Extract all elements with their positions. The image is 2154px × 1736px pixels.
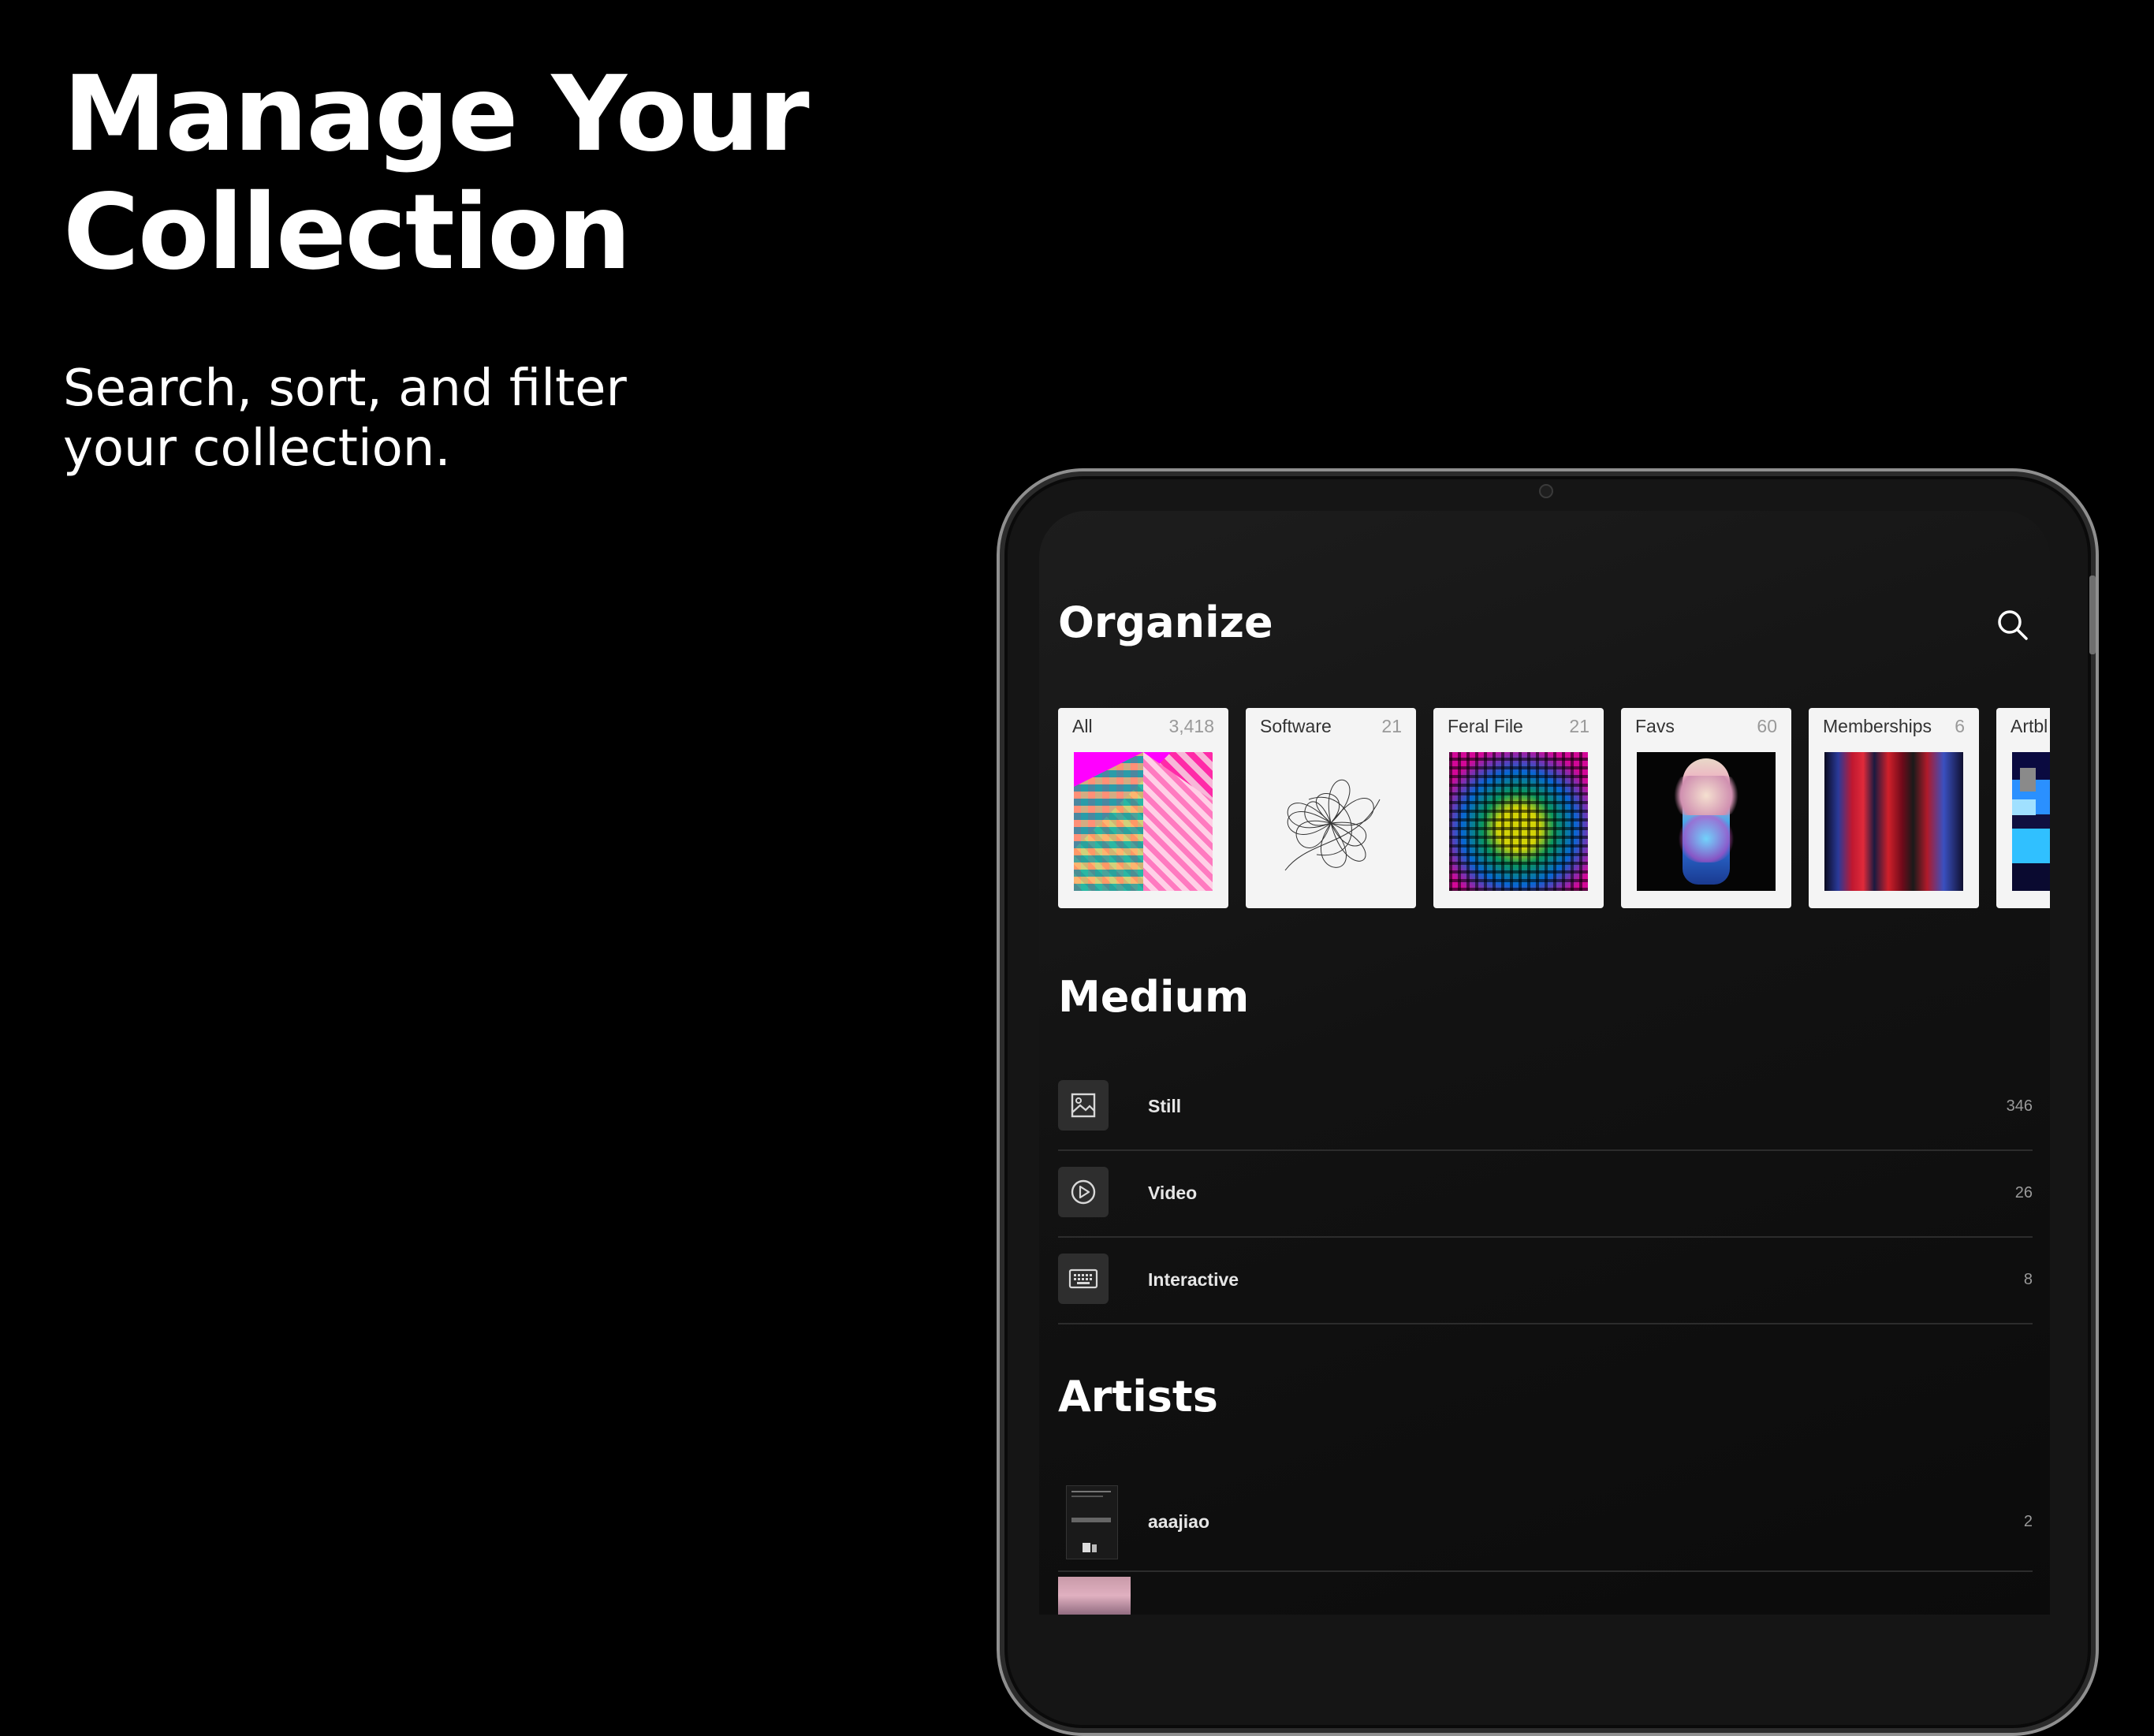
album-count: 6 bbox=[1955, 716, 1965, 736]
keyboard-icon bbox=[1058, 1254, 1109, 1304]
album-card-feral-file[interactable]: Feral File 21 bbox=[1433, 708, 1604, 908]
tablet-screen: Organize All 3,418 Software 21 Feral Fil… bbox=[1039, 511, 2050, 1615]
album-label: Software bbox=[1260, 716, 1332, 736]
album-label: Artbl bbox=[2011, 716, 2048, 736]
medium-count: 26 bbox=[2014, 1184, 2033, 1201]
album-thumbnail bbox=[1637, 752, 1776, 891]
album-count: 21 bbox=[1381, 716, 1402, 736]
album-thumbnail bbox=[1261, 752, 1400, 891]
album-label: Memberships bbox=[1823, 716, 1932, 736]
page-headline: Manage Your Collection bbox=[63, 54, 810, 293]
artist-row[interactable] bbox=[1058, 1572, 2033, 1615]
album-thumbnail bbox=[1074, 752, 1213, 891]
medium-count: 8 bbox=[2023, 1271, 2033, 1288]
album-card-memberships[interactable]: Memberships 6 bbox=[1809, 708, 1979, 908]
image-icon bbox=[1058, 1080, 1109, 1131]
album-label: All bbox=[1072, 716, 1093, 736]
album-label: Feral File bbox=[1448, 716, 1523, 736]
album-card-software[interactable]: Software 21 bbox=[1246, 708, 1416, 908]
organize-title: Organize bbox=[1058, 598, 1273, 647]
medium-row-still[interactable]: Still 346 bbox=[1058, 1063, 2033, 1151]
play-icon bbox=[1058, 1167, 1109, 1217]
search-icon bbox=[1998, 610, 2028, 640]
album-thumbnail bbox=[2012, 752, 2050, 891]
album-card-all[interactable]: All 3,418 bbox=[1058, 708, 1228, 908]
artists-section-title: Artists bbox=[1058, 1372, 1218, 1421]
album-count: 3,418 bbox=[1168, 716, 1214, 736]
album-card-favs[interactable]: Favs 60 bbox=[1621, 708, 1791, 908]
album-count: 60 bbox=[1757, 716, 1777, 736]
album-thumbnail bbox=[1449, 752, 1588, 891]
page-subheadline: Search, sort, and filter your collection… bbox=[63, 359, 627, 478]
artist-avatar bbox=[1058, 1577, 1131, 1615]
medium-row-interactive[interactable]: Interactive 8 bbox=[1058, 1236, 2033, 1324]
album-label: Favs bbox=[1635, 716, 1675, 736]
medium-label: Still bbox=[1148, 1096, 1182, 1116]
album-carousel[interactable]: All 3,418 Software 21 Feral File 21 Favs… bbox=[1058, 708, 2050, 908]
search-button[interactable] bbox=[1993, 605, 2033, 645]
album-thumbnail bbox=[1824, 752, 1963, 891]
album-count: 21 bbox=[1569, 716, 1589, 736]
front-camera bbox=[1539, 484, 1553, 498]
artist-avatar bbox=[1066, 1485, 1118, 1559]
medium-label: Interactive bbox=[1148, 1269, 1239, 1290]
medium-section-title: Medium bbox=[1058, 972, 1250, 1022]
medium-row-video[interactable]: Video 26 bbox=[1058, 1149, 2033, 1238]
artist-label: aaajiao bbox=[1148, 1511, 1209, 1532]
medium-count: 346 bbox=[2006, 1097, 2033, 1115]
artist-row-aaajiao[interactable]: aaajiao 2 bbox=[1058, 1473, 2033, 1572]
medium-label: Video bbox=[1148, 1183, 1198, 1203]
album-card-artblocks[interactable]: Artbl bbox=[1996, 708, 2050, 908]
artist-count: 2 bbox=[2023, 1513, 2033, 1530]
